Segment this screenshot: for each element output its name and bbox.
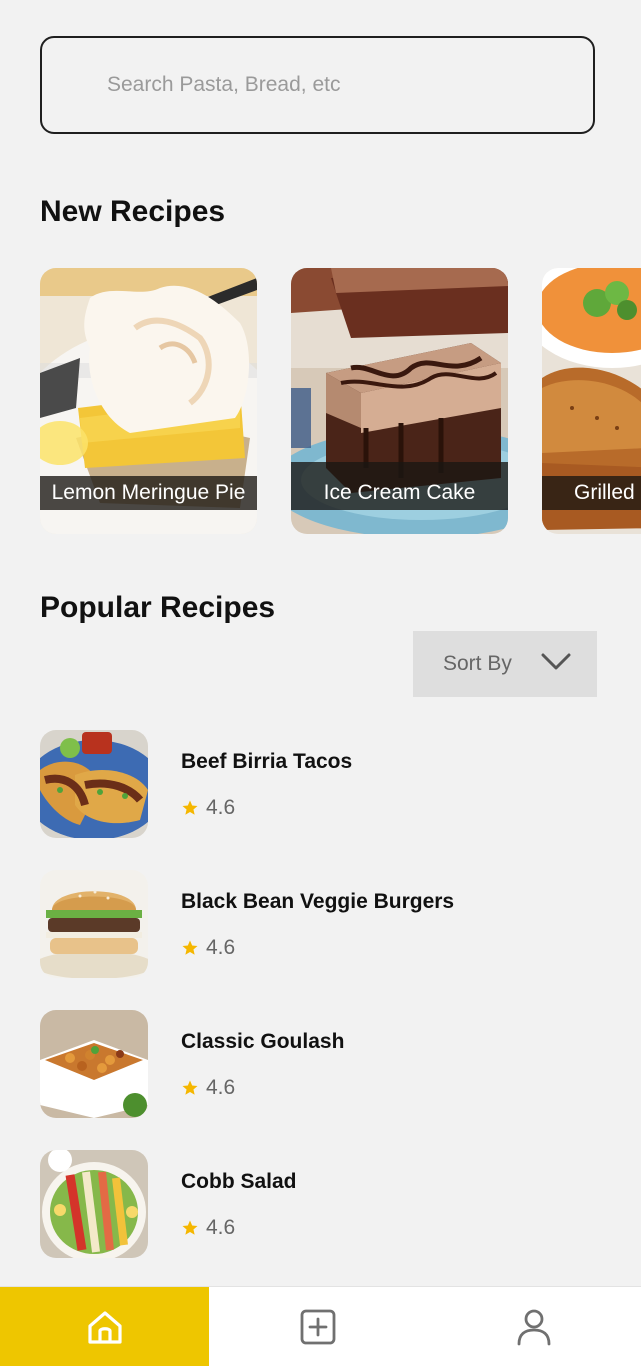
- user-icon: [517, 1309, 551, 1346]
- add-box-icon: [300, 1309, 336, 1345]
- search-input[interactable]: [42, 72, 593, 98]
- recipe-card-grilled-sandwich[interactable]: Grilled Sand: [542, 268, 641, 534]
- chevron-down-icon: [541, 653, 571, 670]
- star-icon: [182, 1080, 198, 1095]
- recipe-name: Classic Goulash: [181, 1030, 345, 1053]
- new-recipes-title: New Recipes: [40, 195, 226, 228]
- beef-birria-tacos-image: [40, 730, 148, 838]
- list-item[interactable]: Cobb Salad 4.6: [40, 1150, 600, 1258]
- black-bean-veggie-burgers-image: [40, 870, 148, 978]
- new-recipes-carousel[interactable]: Lemon Meringue Pie Ice Cream Cake Grille…: [40, 268, 641, 535]
- rating-value: 4.6: [206, 796, 236, 819]
- star-icon: [182, 1220, 198, 1235]
- recipe-rating: 4.6: [181, 1076, 235, 1100]
- recipe-card-ice-cream-cake[interactable]: Ice Cream Cake: [291, 268, 508, 534]
- recipe-card-lemon-meringue-pie[interactable]: Lemon Meringue Pie: [40, 268, 257, 534]
- nav-home-button[interactable]: [0, 1287, 209, 1366]
- list-item[interactable]: Beef Birria Tacos 4.6: [40, 730, 600, 838]
- recipe-rating: 4.6: [181, 796, 235, 820]
- recipe-thumbnail: [40, 730, 148, 838]
- home-icon: [87, 1311, 122, 1344]
- list-item[interactable]: Black Bean Veggie Burgers 4.6: [40, 870, 600, 978]
- recipe-rating: 4.6: [181, 1216, 235, 1240]
- recipe-name: Beef Birria Tacos: [181, 750, 353, 773]
- recipe-card-label: Lemon Meringue Pie: [40, 476, 257, 510]
- recipe-card-label: Ice Cream Cake: [291, 462, 508, 510]
- nav-profile-button[interactable]: [427, 1287, 641, 1366]
- star-icon: [182, 940, 198, 955]
- recipe-thumbnail: [40, 1010, 148, 1118]
- classic-goulash-image: [40, 1010, 148, 1118]
- recipe-name: Cobb Salad: [181, 1170, 297, 1193]
- recipe-thumbnail: [40, 870, 148, 978]
- cobb-salad-image: [40, 1150, 148, 1258]
- rating-value: 4.6: [206, 936, 236, 959]
- recipe-name: Black Bean Veggie Burgers: [181, 890, 455, 913]
- search-box[interactable]: [40, 36, 595, 134]
- recipe-card-label: Grilled Sand: [542, 476, 641, 510]
- star-icon: [182, 800, 198, 815]
- rating-value: 4.6: [206, 1076, 236, 1099]
- sort-by-dropdown[interactable]: Sort By: [413, 631, 597, 697]
- nav-add-button[interactable]: [209, 1287, 427, 1366]
- recipe-rating: 4.6: [181, 936, 235, 960]
- bottom-nav: [0, 1286, 641, 1366]
- recipe-thumbnail: [40, 1150, 148, 1258]
- list-item[interactable]: Classic Goulash 4.6: [40, 1010, 600, 1118]
- rating-value: 4.6: [206, 1216, 236, 1239]
- sort-by-label: Sort By: [443, 652, 512, 675]
- home-screen: New Recipes Lemon Meringue Pie: [0, 0, 641, 1366]
- popular-recipes-title: Popular Recipes: [40, 591, 276, 624]
